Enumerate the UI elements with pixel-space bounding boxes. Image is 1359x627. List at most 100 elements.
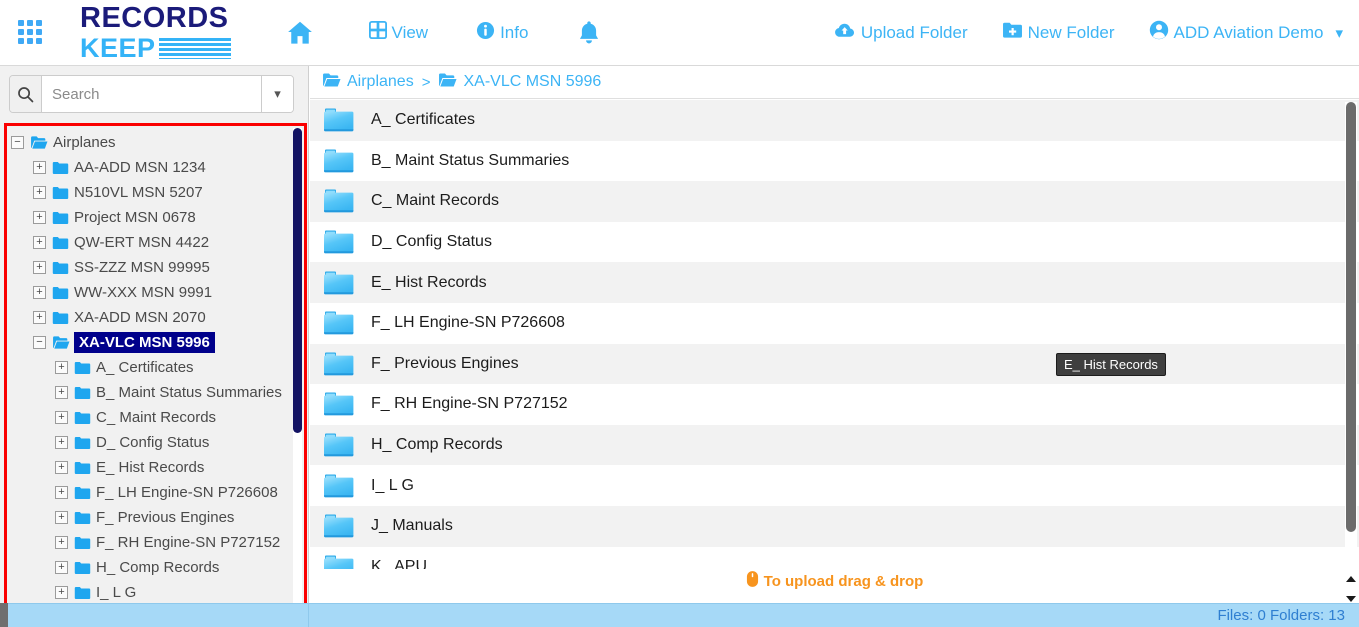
expand-icon[interactable]: + bbox=[33, 311, 46, 324]
search-dropdown-toggle[interactable]: ▾ bbox=[261, 76, 293, 112]
scroll-down-icon[interactable] bbox=[1346, 596, 1356, 602]
tree-item-label: H_ Comp Records bbox=[96, 559, 219, 576]
tree-item[interactable]: −XA-VLC MSN 5996 bbox=[7, 330, 304, 355]
folder-closed-icon bbox=[74, 586, 91, 600]
expand-icon[interactable]: + bbox=[55, 436, 68, 449]
folder-row-name: H_ Comp Records bbox=[371, 436, 503, 454]
folder-closed-icon bbox=[74, 536, 91, 550]
expand-icon[interactable]: + bbox=[33, 186, 46, 199]
expand-icon[interactable]: + bbox=[55, 511, 68, 524]
sidebar-scrollbar-thumb[interactable] bbox=[293, 128, 302, 433]
breadcrumb: Airplanes > XA-VLC MSN 5996 bbox=[310, 66, 1359, 99]
tree-item[interactable]: +F_ Previous Engines bbox=[7, 505, 304, 530]
folder-row[interactable]: K_ APU bbox=[310, 547, 1359, 569]
expand-icon[interactable]: + bbox=[33, 286, 46, 299]
chevron-down-icon[interactable]: ▾ bbox=[1335, 24, 1343, 42]
grid-view-icon bbox=[369, 21, 387, 44]
folder-row[interactable]: J_ Manuals bbox=[310, 506, 1359, 547]
folder-row[interactable]: A_ Certificates bbox=[310, 100, 1359, 141]
new-folder-button[interactable]: New Folder bbox=[1002, 21, 1115, 44]
brand-logo[interactable]: RECORDS KEEP bbox=[80, 4, 231, 62]
tree-item[interactable]: +SS-ZZZ MSN 99995 bbox=[7, 255, 304, 280]
folder-icon bbox=[323, 473, 355, 499]
folder-closed-icon bbox=[74, 461, 91, 475]
tree-item[interactable]: +B_ Maint Status Summaries bbox=[7, 380, 304, 405]
main-scrollbar-arrows[interactable] bbox=[1345, 576, 1357, 602]
folder-row[interactable]: D_ Config Status bbox=[310, 222, 1359, 263]
expand-icon[interactable]: + bbox=[55, 386, 68, 399]
tree-item[interactable]: +E_ Hist Records bbox=[7, 455, 304, 480]
header-actions: Upload Folder New Folder bbox=[800, 20, 1343, 45]
folder-row-name: C_ Maint Records bbox=[371, 192, 499, 210]
brand-line-keep: KEEP bbox=[80, 35, 156, 62]
tree-item[interactable]: + N510VL MSN 5207 bbox=[7, 180, 304, 205]
expand-icon[interactable]: + bbox=[33, 161, 46, 174]
expand-icon[interactable]: + bbox=[55, 586, 68, 599]
tree-item-label: A_ Certificates bbox=[96, 359, 194, 376]
folder-closed-icon bbox=[52, 161, 69, 175]
folder-row-name: I_ L G bbox=[371, 477, 414, 495]
expand-icon[interactable]: + bbox=[55, 486, 68, 499]
view-button[interactable]: View bbox=[369, 21, 429, 44]
folder-row-name: K_ APU bbox=[371, 558, 427, 569]
tree-item-label: F_ LH Engine-SN P726608 bbox=[96, 484, 278, 501]
tree-item[interactable]: +Project MSN 0678 bbox=[7, 205, 304, 230]
breadcrumb-item-current[interactable]: XA-VLC MSN 5996 bbox=[438, 72, 601, 93]
search-icon[interactable] bbox=[10, 76, 42, 112]
expand-icon[interactable]: + bbox=[55, 361, 68, 374]
expand-icon[interactable]: + bbox=[33, 261, 46, 274]
collapse-icon[interactable]: − bbox=[33, 336, 46, 349]
grid-apps-icon[interactable] bbox=[18, 20, 44, 46]
folder-row[interactable]: I_ L G bbox=[310, 465, 1359, 506]
tree-item-label: I_ L G bbox=[96, 584, 136, 601]
tree-item[interactable]: +XA-ADD MSN 2070 bbox=[7, 305, 304, 330]
window-corner-edge bbox=[0, 603, 8, 627]
scroll-up-icon[interactable] bbox=[1346, 576, 1356, 582]
tree-item[interactable]: + F_ RH Engine-SN P727152 bbox=[7, 530, 304, 555]
folder-row[interactable]: F_ RH Engine-SN P727152 bbox=[310, 384, 1359, 425]
tree-item[interactable]: + A_ Certificates bbox=[7, 355, 304, 380]
brand-line-records: RECORDS bbox=[80, 4, 231, 33]
tree-item[interactable]: +AA-ADD MSN 1234 bbox=[7, 155, 304, 180]
tree-item-label: F_ RH Engine-SN P727152 bbox=[96, 534, 280, 551]
home-icon[interactable] bbox=[283, 18, 317, 48]
tree-item-label: N510VL MSN 5207 bbox=[74, 184, 203, 201]
main-scrollbar-thumb[interactable] bbox=[1346, 102, 1356, 532]
tree-item[interactable]: + I_ L G bbox=[7, 580, 304, 605]
folder-row[interactable]: F_ LH Engine-SN P726608 bbox=[310, 303, 1359, 344]
folder-row[interactable]: C_ Maint Records bbox=[310, 181, 1359, 222]
breadcrumb-item-root[interactable]: Airplanes bbox=[322, 72, 414, 93]
tree-item[interactable]: +WW-XXX MSN 9991 bbox=[7, 280, 304, 305]
brand-stripes-icon bbox=[159, 38, 231, 59]
tree-item[interactable]: + H_ Comp Records bbox=[7, 555, 304, 580]
folder-row[interactable]: F_ Previous Engines bbox=[310, 344, 1359, 385]
expand-icon[interactable]: + bbox=[55, 561, 68, 574]
notification-bell-icon[interactable] bbox=[576, 19, 602, 47]
main-scrollbar[interactable] bbox=[1345, 102, 1357, 602]
folder-open-icon bbox=[52, 335, 70, 350]
main-panel: Airplanes > XA-VLC MSN 5996 A_ Certifica… bbox=[310, 66, 1359, 603]
folder-row[interactable]: H_ Comp Records bbox=[310, 425, 1359, 466]
upload-folder-label: Upload Folder bbox=[861, 23, 968, 43]
folder-row[interactable]: B_ Maint Status Summaries bbox=[310, 141, 1359, 182]
upload-folder-button[interactable]: Upload Folder bbox=[834, 21, 968, 44]
sidebar-scrollbar[interactable] bbox=[293, 128, 302, 627]
tree-item[interactable]: −Airplanes bbox=[7, 130, 304, 155]
tree-item[interactable]: + C_ Maint Records bbox=[7, 405, 304, 430]
expand-icon[interactable]: + bbox=[55, 411, 68, 424]
folder-row[interactable]: E_ Hist Records bbox=[310, 262, 1359, 303]
expand-icon[interactable]: + bbox=[55, 461, 68, 474]
collapse-icon[interactable]: − bbox=[11, 136, 24, 149]
expand-icon[interactable]: + bbox=[33, 211, 46, 224]
account-menu-button[interactable]: ADD Aviation Demo bbox=[1149, 20, 1324, 45]
tree-item-label: C_ Maint Records bbox=[96, 409, 216, 426]
tree-item[interactable]: +QW-ERT MSN 4422 bbox=[7, 230, 304, 255]
expand-icon[interactable]: + bbox=[33, 236, 46, 249]
tree-item[interactable]: + F_ LH Engine-SN P726608 bbox=[7, 480, 304, 505]
info-button[interactable]: Info bbox=[476, 21, 528, 45]
folder-closed-icon bbox=[52, 186, 69, 200]
folder-icon bbox=[323, 554, 355, 569]
search-input[interactable] bbox=[42, 76, 261, 112]
expand-icon[interactable]: + bbox=[55, 536, 68, 549]
tree-item[interactable]: +D_ Config Status bbox=[7, 430, 304, 455]
